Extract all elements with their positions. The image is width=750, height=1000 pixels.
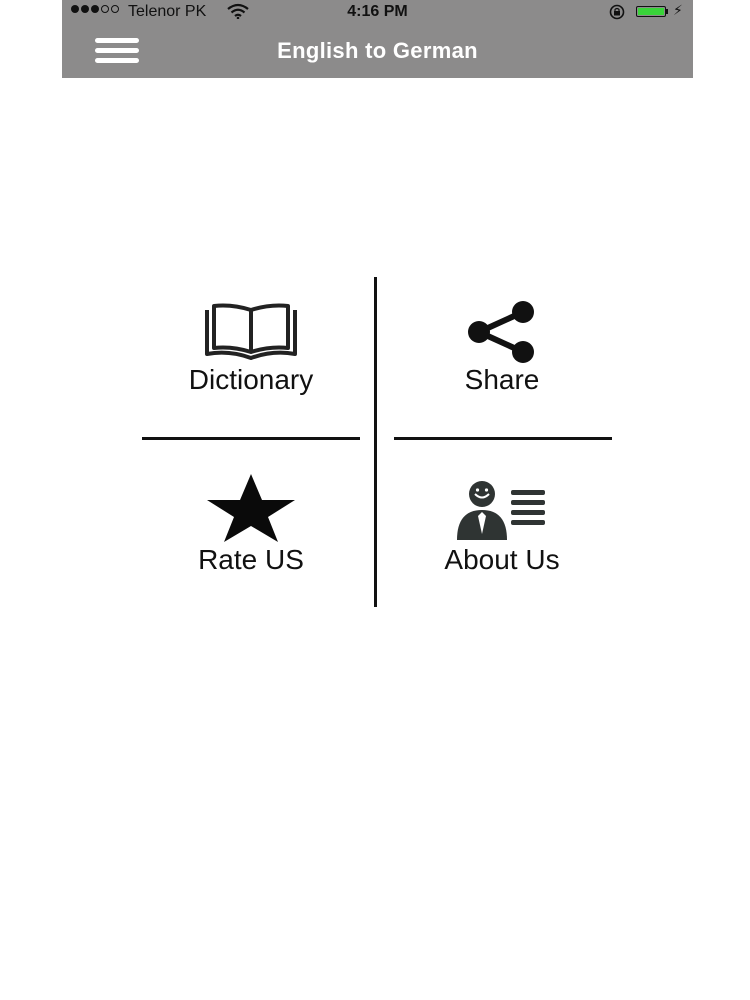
- dictionary-button[interactable]: Dictionary: [131, 300, 371, 396]
- horizontal-divider-left: [142, 437, 360, 440]
- share-label: Share: [464, 364, 540, 395]
- rate-us-button[interactable]: Rate US: [131, 472, 371, 576]
- about-us-label: About Us: [444, 544, 560, 575]
- profile-card-icon: [457, 481, 545, 540]
- horizontal-divider-right: [394, 437, 612, 440]
- vertical-divider: [374, 277, 377, 607]
- rate-us-label: Rate US: [198, 544, 304, 575]
- share-button[interactable]: Share: [382, 300, 622, 396]
- star-icon: [207, 474, 295, 542]
- dictionary-label: Dictionary: [188, 364, 314, 395]
- about-us-button[interactable]: About Us: [382, 472, 622, 576]
- app-screen: Telenor PK 4:16 PM ⚡ English to German D…: [62, 0, 693, 1000]
- open-book-icon: [205, 303, 297, 360]
- main-menu-grid: Dictionary Share Rate US About Us: [62, 0, 693, 1000]
- share-icon: [468, 301, 534, 363]
